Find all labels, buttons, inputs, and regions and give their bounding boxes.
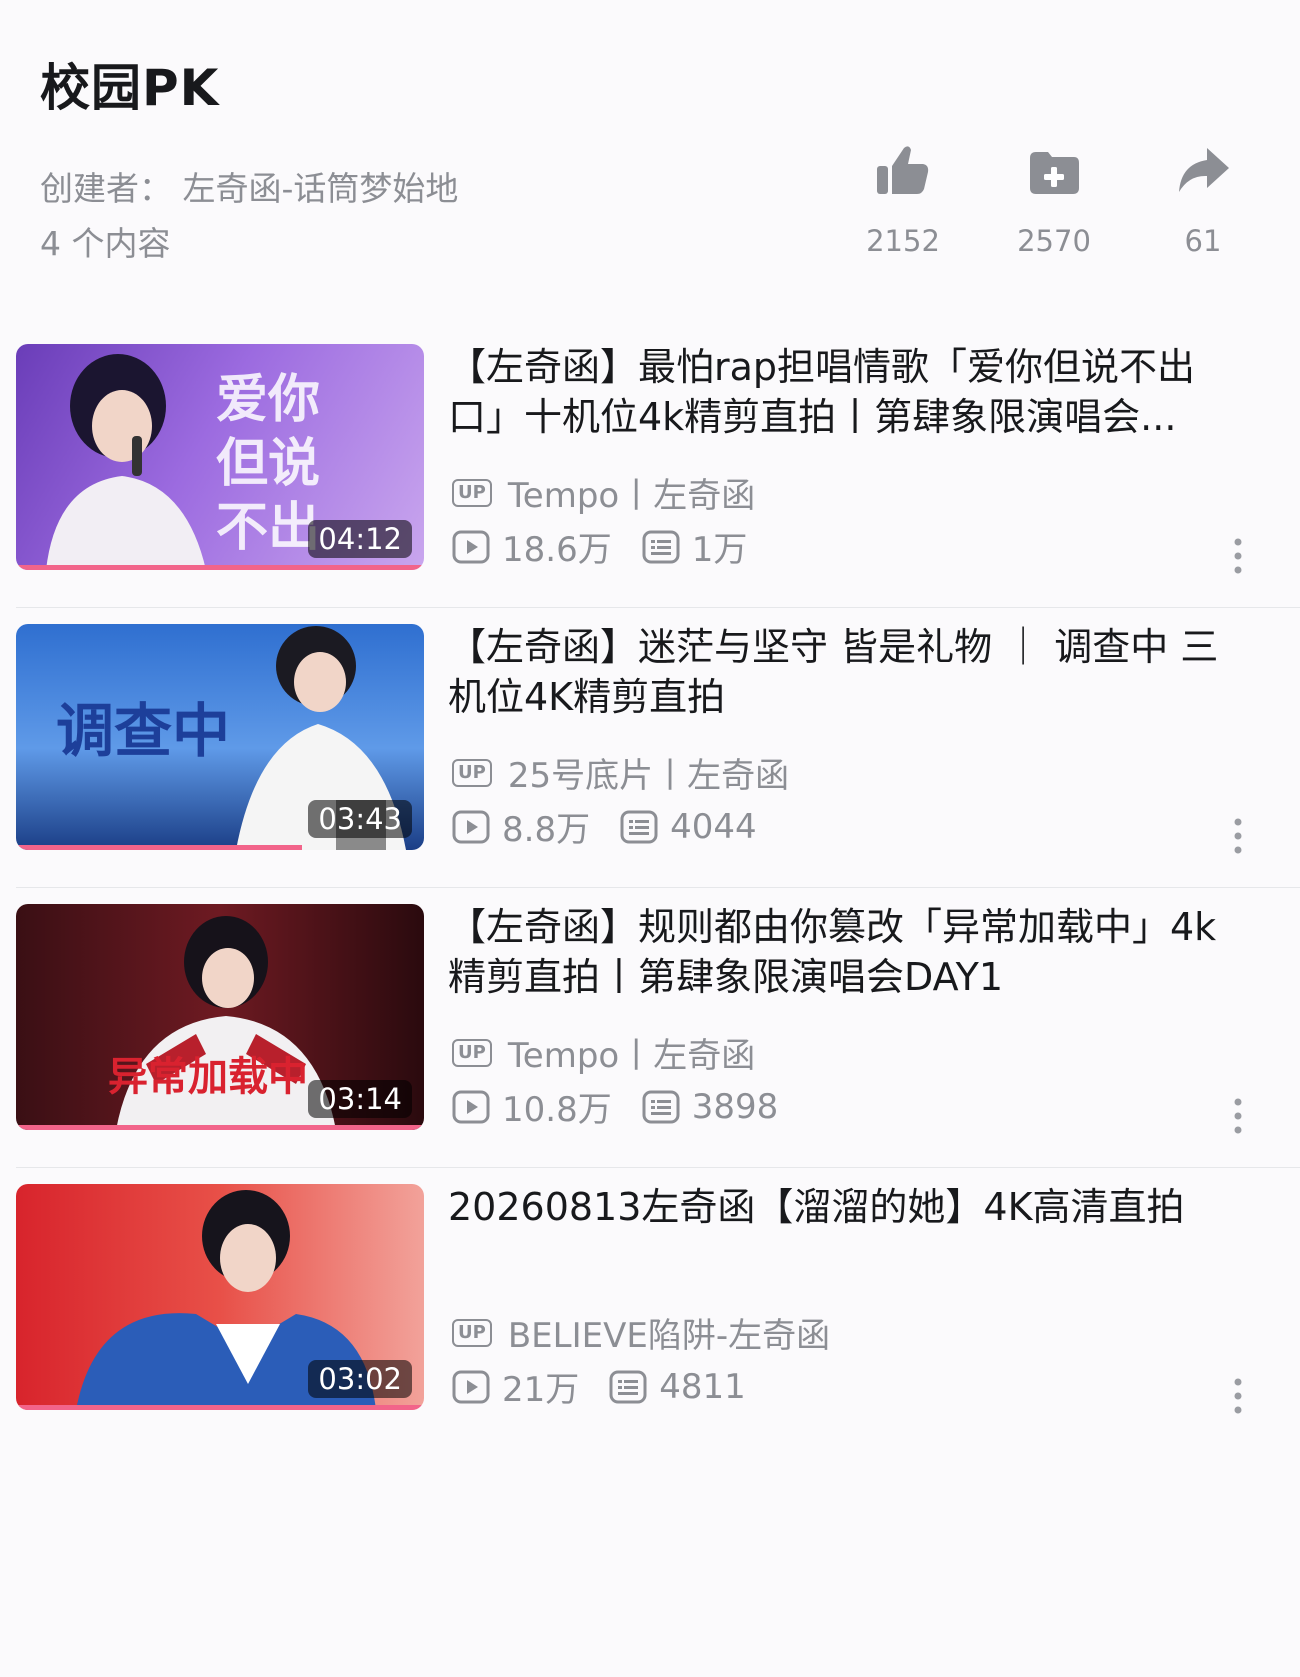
video-item[interactable]: 异常加载中 03:14 【左奇函】规则都由你篡改「异常加载中」4k精剪直拍丨第肆…: [0, 890, 1300, 1190]
video-title[interactable]: 【左奇函】最怕rap担唱情歌「爱你但说不出口」十机位4k精剪直拍丨第肆象限演唱会…: [448, 342, 1248, 442]
danmaku-count: 4811: [659, 1366, 746, 1407]
collection-title: 校园PK: [40, 59, 220, 117]
play-count-icon: [452, 1090, 490, 1123]
up-badge-icon: UP: [452, 758, 492, 787]
danmaku-icon: [642, 1090, 680, 1123]
video-stats: 8.8万 4044: [452, 802, 757, 851]
watch-progress-bar: [16, 1405, 424, 1410]
danmaku-icon: [620, 810, 658, 843]
danmaku-icon: [609, 1370, 647, 1403]
uploader-name: BELIEVE陷阱-左奇函: [507, 1316, 831, 1356]
divider: [16, 887, 1300, 888]
favorite-count: 2570: [1017, 224, 1091, 258]
uploader-row[interactable]: UP BELIEVE陷阱-左奇函: [452, 1308, 830, 1357]
up-badge-icon: UP: [452, 1318, 492, 1347]
view-count: 21万: [502, 1370, 580, 1410]
view-count: 8.8万: [502, 810, 591, 850]
video-duration: 03:02: [308, 1360, 412, 1398]
view-count: 18.6万: [502, 530, 612, 570]
video-item[interactable]: 03:02 20260813左奇函【溜溜的她】4K高清直拍 UP BELIEVE…: [0, 1170, 1300, 1470]
video-title[interactable]: 20260813左奇函【溜溜的她】4K高清直拍: [448, 1182, 1248, 1232]
divider: [16, 1167, 1300, 1168]
like-count: 2152: [866, 224, 940, 258]
video-thumbnail[interactable]: 03:02: [16, 1184, 424, 1410]
uploader-row[interactable]: UP 25号底片丨左奇函: [452, 748, 789, 797]
video-duration: 04:12: [308, 520, 412, 558]
video-stats: 21万 4811: [452, 1362, 746, 1411]
uploader-name: Tempo丨左奇函: [507, 476, 756, 516]
up-badge-icon: UP: [452, 1038, 492, 1067]
collection-header: 校园PK 创建者： 左奇函-话筒梦始地 4 个内容 2152 2570 61: [0, 0, 1300, 300]
danmaku-count: 4044: [670, 806, 757, 847]
video-duration: 03:14: [308, 1080, 412, 1118]
video-title[interactable]: 【左奇函】迷茫与坚守 皆是礼物 ｜ 调查中 三机位4K精剪直拍: [448, 622, 1248, 722]
video-duration: 03:43: [308, 800, 412, 838]
creator-label[interactable]: 创建者： 左奇函-话筒梦始地: [40, 162, 458, 210]
watch-progress-bar: [16, 565, 424, 570]
more-options-icon[interactable]: [1232, 816, 1244, 856]
share-icon: [1179, 148, 1229, 192]
more-options-icon[interactable]: [1232, 536, 1244, 576]
favorite-button[interactable]: 2570: [994, 142, 1114, 262]
like-button[interactable]: 2152: [843, 142, 963, 262]
video-thumbnail[interactable]: 调查中 03:43: [16, 624, 424, 850]
video-item[interactable]: 爱你但说不出口 04:12 【左奇函】最怕rap担唱情歌「爱你但说不出口」十机位…: [0, 330, 1300, 630]
watch-progress-bar: [16, 845, 302, 850]
video-thumbnail[interactable]: 异常加载中 03:14: [16, 904, 424, 1130]
video-thumbnail[interactable]: 爱你但说不出口 04:12: [16, 344, 424, 570]
play-count-icon: [452, 1370, 490, 1403]
video-title[interactable]: 【左奇函】规则都由你篡改「异常加载中」4k精剪直拍丨第肆象限演唱会DAY1: [448, 902, 1248, 1002]
danmaku-count: 1万: [691, 530, 748, 570]
thumbnail-artwork-text: 异常加载中: [108, 1053, 308, 1100]
up-badge-icon: UP: [452, 478, 492, 507]
thumbnail-artwork-text: 调查中: [56, 697, 231, 765]
content-count: 4 个内容: [40, 224, 171, 263]
share-button[interactable]: 61: [1143, 142, 1263, 262]
thumbs-up-icon: [877, 146, 929, 194]
add-favorite-icon: [1030, 152, 1079, 194]
danmaku-icon: [642, 530, 680, 563]
performer-image: [46, 354, 206, 570]
uploader-row[interactable]: UP Tempo丨左奇函: [452, 1028, 755, 1077]
video-stats: 18.6万 1万: [452, 522, 747, 571]
share-count: 61: [1184, 224, 1222, 258]
more-options-icon[interactable]: [1232, 1096, 1244, 1136]
more-options-icon[interactable]: [1232, 1376, 1244, 1416]
video-stats: 10.8万 3898: [452, 1082, 778, 1131]
video-item[interactable]: 调查中 03:43 【左奇函】迷茫与坚守 皆是礼物 ｜ 调查中 三机位4K精剪直…: [0, 610, 1300, 910]
uploader-name: Tempo丨左奇函: [507, 1036, 756, 1076]
uploader-row[interactable]: UP Tempo丨左奇函: [452, 468, 755, 517]
play-count-icon: [452, 810, 490, 843]
danmaku-count: 3898: [691, 1086, 779, 1127]
divider: [16, 607, 1300, 608]
view-count: 10.8万: [502, 1090, 612, 1130]
uploader-name: 25号底片丨左奇函: [507, 756, 790, 796]
watch-progress-bar: [16, 1125, 424, 1130]
play-count-icon: [452, 530, 490, 563]
